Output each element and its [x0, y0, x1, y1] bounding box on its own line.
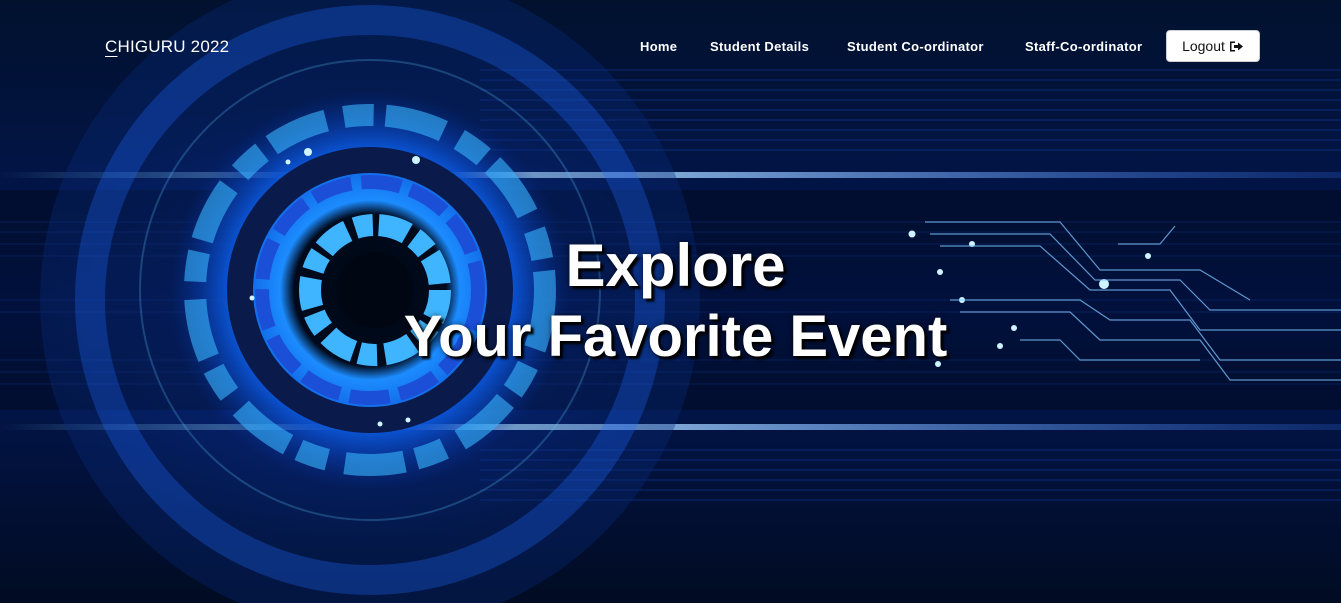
- nav-staff-coordinator[interactable]: Staff-Co-ordinator: [1025, 39, 1142, 54]
- navbar: CHIGURU 2022 Home Student Details Studen…: [0, 0, 1341, 92]
- logout-label: Logout: [1182, 38, 1225, 54]
- hero-title: Explore: [565, 232, 786, 299]
- logout-button[interactable]: Logout: [1166, 30, 1260, 62]
- nav-student-coordinator[interactable]: Student Co-ordinator: [847, 39, 984, 54]
- nav-home[interactable]: Home: [640, 39, 677, 54]
- hero-subtitle: Your Favorite Event: [403, 304, 948, 369]
- nav-links: Home Student Details Student Co-ordinato…: [0, 39, 1341, 59]
- nav-student-details[interactable]: Student Details: [710, 39, 809, 54]
- sign-out-icon: [1229, 40, 1244, 53]
